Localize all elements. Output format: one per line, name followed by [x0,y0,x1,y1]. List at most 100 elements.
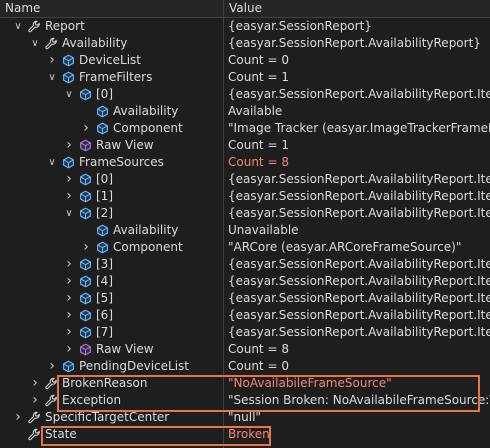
tree-row[interactable]: › Component "ARCore (easyar.ARCoreFrameSou… [0,239,490,256]
chevron-right-icon[interactable]: › [63,137,75,154]
row-value[interactable]: Count = 8 [228,341,490,358]
field-icon [79,88,92,101]
chevron-right-icon[interactable]: › [63,324,75,341]
wrench-icon [45,394,58,407]
tree-row[interactable]: › [4] {easyar.SessionReport.AvailabilityRe… [0,273,490,290]
chevron-right-icon[interactable]: › [29,392,41,409]
row-value[interactable]: Available [228,103,490,120]
name-cell: › Component [0,120,223,137]
row-value[interactable]: "ARCore (easyar.ARCoreFrameSource)" [228,239,490,256]
field-icon [62,54,75,67]
name-cell: › [6] [0,307,223,324]
row-value[interactable]: {easyar.SessionReport.AvailabilityReport… [228,205,490,222]
row-value[interactable]: Count = 8 [228,154,490,171]
tree-row[interactable]: › PendingDeviceList Count = 0 [0,358,490,375]
chevron-right-icon[interactable]: › [12,409,24,426]
chevron-right-icon[interactable]: › [63,341,75,358]
chevron-right-icon[interactable]: › [63,256,75,273]
row-value[interactable]: {easyar.SessionReport.AvailabilityReport… [228,290,490,307]
name-cell: ∨ Report [0,18,223,35]
row-value[interactable]: Unavailable [228,222,490,239]
chevron-down-icon[interactable]: ∨ [29,35,41,52]
chevron-right-icon[interactable]: › [29,375,41,392]
name-cell: ∨ FrameFilters [0,69,223,86]
row-value[interactable]: {easyar.SessionReport.AvailabilityReport… [228,171,490,188]
row-value[interactable]: Count = 0 [228,358,490,375]
name-cell: State [0,426,223,443]
row-value[interactable]: Count = 1 [228,69,490,86]
tree-row[interactable]: State Broken [0,426,490,443]
chevron-down-icon[interactable]: ∨ [63,205,75,222]
chevron-down-icon[interactable]: ∨ [12,18,24,35]
row-value[interactable]: Count = 1 [228,137,490,154]
tree-row[interactable]: ∨ FrameSources Count = 8 [0,154,490,171]
tree-row[interactable]: › [6] {easyar.SessionReport.AvailabilityRe… [0,307,490,324]
tree-row[interactable]: › [7] {easyar.SessionReport.AvailabilityRe… [0,324,490,341]
tree-row[interactable]: › [3] {easyar.SessionReport.AvailabilityRe… [0,256,490,273]
chevron-right-icon[interactable]: › [63,188,75,205]
row-name: Exception [62,393,122,407]
row-value[interactable]: "Image Tracker (easyar.ImageTrackerFrame… [228,120,490,137]
tree-row[interactable]: › [0] {easyar.SessionReport.AvailabilityRe… [0,171,490,188]
name-cell: › Raw View [0,341,223,358]
name-cell: › [1] [0,188,223,205]
tree-row[interactable]: ∨ [2] {easyar.SessionReport.AvailabilityRe… [0,205,490,222]
chevron-right-icon[interactable]: › [63,273,75,290]
row-value[interactable]: {easyar.SessionReport.AvailabilityReport… [228,256,490,273]
name-cell: › Raw View [0,137,223,154]
tree-row[interactable]: › Exception "Session Broken: NoAvailabileF… [0,392,490,409]
chevron-down-icon[interactable]: ∨ [63,86,75,103]
tree-row[interactable]: › Component "Image Tracker (easyar.ImageTr… [0,120,490,137]
row-value[interactable]: Count = 0 [228,52,490,69]
tree-row[interactable]: ∨ [0] {easyar.SessionReport.AvailabilityRe… [0,86,490,103]
name-cell: › [3] [0,256,223,273]
chevron-down-icon[interactable]: ∨ [46,69,58,86]
chevron-right-icon[interactable]: › [46,52,58,69]
chevron-right-icon[interactable]: › [63,307,75,324]
chevron-right-icon[interactable]: › [80,239,92,256]
tree-row[interactable]: › SpecificTargetCenter "null" [0,409,490,426]
field-icon [79,173,92,186]
row-value[interactable]: Broken [228,426,490,443]
tree-row[interactable]: Availability Available [0,103,490,120]
row-value[interactable]: "Session Broken: NoAvailabileFrameSource… [228,392,490,409]
tree-row[interactable]: › [5] {easyar.SessionReport.AvailabilityRe… [0,290,490,307]
row-name: [3] [96,257,113,271]
name-cell: › PendingDeviceList [0,358,223,375]
chevron-down-icon[interactable]: ∨ [46,154,58,171]
chevron-right-icon[interactable]: › [63,290,75,307]
row-name: Availability [113,223,179,237]
row-name: Raw View [96,138,154,152]
row-value[interactable]: "NoAvailabileFrameSource" [228,375,490,392]
name-cell: Availability [0,222,223,239]
row-value[interactable]: {easyar.SessionReport.AvailabilityReport… [228,188,490,205]
row-name: Component [113,240,183,254]
value-column-header[interactable]: Value [224,0,489,17]
row-value[interactable]: "null" [228,409,490,426]
chevron-right-icon[interactable]: › [63,171,75,188]
name-cell: › [5] [0,290,223,307]
tree-row[interactable]: ∨ Report {easyar.SessionReport} [0,18,490,35]
tree-row[interactable]: ∨ FrameFilters Count = 1 [0,69,490,86]
name-cell: › DeviceList [0,52,223,69]
row-value[interactable]: {easyar.SessionReport.AvailabilityReport… [228,35,490,52]
tree-row[interactable]: › [1] {easyar.SessionReport.AvailabilityRe… [0,188,490,205]
chevron-right-icon[interactable]: › [46,358,58,375]
row-value[interactable]: {easyar.SessionReport.AvailabilityReport… [228,324,490,341]
tree-row[interactable]: › Raw View Count = 8 [0,341,490,358]
field-icon [62,71,75,84]
chevron-right-icon[interactable]: › [80,120,92,137]
tree-row[interactable]: › Raw View Count = 1 [0,137,490,154]
field-icon [79,292,92,305]
row-value[interactable]: {easyar.SessionReport} [228,18,490,35]
raw-view-icon [79,343,92,356]
row-value[interactable]: {easyar.SessionReport.AvailabilityReport… [228,307,490,324]
row-name: Report [45,19,85,33]
tree-row[interactable]: › DeviceList Count = 0 [0,52,490,69]
tree-row[interactable]: ∨ Availability {easyar.SessionReport.Avail… [0,35,490,52]
row-value[interactable]: {easyar.SessionReport.AvailabilityReport… [228,273,490,290]
tree-row[interactable]: Availability Unavailable [0,222,490,239]
tree-row[interactable]: › BrokenReason "NoAvailabileFrameSource" [0,375,490,392]
name-column-header[interactable]: Name [0,0,228,17]
row-value[interactable]: {easyar.SessionReport.AvailabilityReport… [228,86,490,103]
